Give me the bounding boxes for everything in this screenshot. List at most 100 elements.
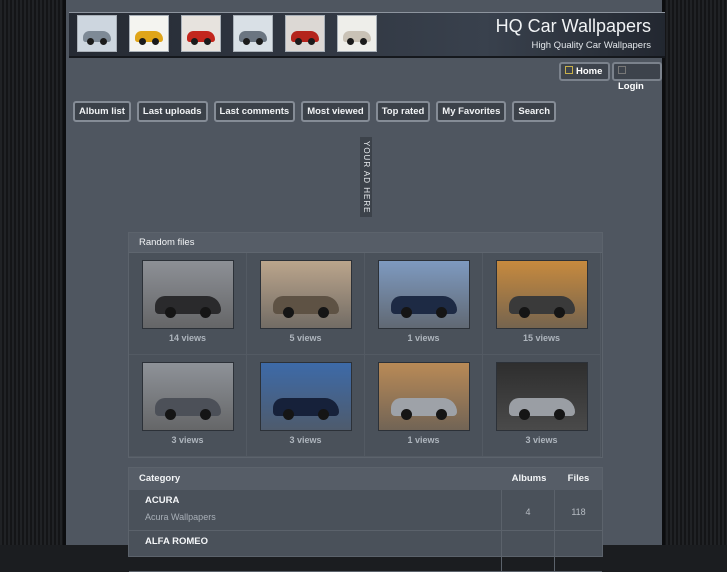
header-thumbnail[interactable]	[337, 15, 377, 52]
wheel-icon	[191, 38, 198, 45]
wheel-icon	[283, 409, 294, 420]
wheel-icon	[243, 38, 250, 45]
category-row: ALFA ROMEO	[129, 531, 602, 572]
category-cell: ALFA ROMEO	[129, 531, 501, 571]
random-file-thumbnail[interactable]	[260, 260, 352, 329]
login-button[interactable]: Login	[612, 62, 662, 92]
category-table-header: Category Albums Files	[129, 468, 602, 490]
wheel-icon	[283, 307, 294, 318]
login-icon	[618, 66, 626, 74]
random-file-thumbnail[interactable]	[496, 260, 588, 329]
random-file-item: 3 views	[247, 355, 365, 457]
header-thumbnail[interactable]	[181, 15, 221, 52]
random-files-grid: 14 views 5 views 1 views 15 views 3 views 3 v…	[129, 253, 602, 457]
wheel-icon	[554, 307, 565, 318]
view-count: 15 views	[522, 333, 561, 343]
category-name-link[interactable]: ACURA	[145, 495, 501, 506]
files-column-header: Files	[567, 473, 590, 484]
random-files-title: Random files	[129, 233, 602, 253]
random-file-item: 14 views	[129, 253, 247, 355]
wheel-icon	[554, 409, 565, 420]
albums-cell	[501, 531, 554, 571]
main-nav: Album list Last uploads Last comments Mo…	[73, 101, 562, 122]
header-thumbnail[interactable]	[77, 15, 117, 52]
random-file-item: 5 views	[247, 253, 365, 355]
files-cell: 118	[554, 490, 602, 530]
header-thumbnail[interactable]	[129, 15, 169, 52]
wheel-icon	[152, 38, 159, 45]
random-file-item: 15 views	[483, 253, 601, 355]
random-file-thumbnail[interactable]	[142, 362, 234, 431]
header-thumbnail[interactable]	[233, 15, 273, 52]
category-name-link[interactable]: ALFA ROMEO	[145, 536, 501, 547]
random-file-thumbnail[interactable]	[260, 362, 352, 431]
albums-cell: 4	[501, 490, 554, 530]
file-count: 118	[571, 507, 586, 517]
view-count: 3 views	[289, 435, 322, 445]
random-file-thumbnail[interactable]	[496, 362, 588, 431]
nav-top-rated[interactable]: Top rated	[375, 101, 431, 122]
site-header: HQ Car Wallpapers High Quality Car Wallp…	[69, 12, 665, 58]
wheel-icon	[87, 38, 94, 45]
wheel-icon	[295, 38, 302, 45]
wheel-icon	[318, 409, 329, 420]
view-count: 1 views	[407, 435, 440, 445]
header-thumbnail[interactable]	[285, 15, 325, 52]
random-file-item: 3 views	[129, 355, 247, 457]
page-container: HQ Car Wallpapers High Quality Car Wallp…	[63, 0, 665, 572]
view-count: 3 views	[525, 435, 558, 445]
nav-last-comments[interactable]: Last comments	[213, 101, 296, 122]
wheel-icon	[308, 38, 315, 45]
wheel-icon	[347, 38, 354, 45]
view-count: 1 views	[407, 333, 440, 343]
login-label: Login	[618, 81, 644, 92]
nav-album-list[interactable]: Album list	[73, 101, 131, 122]
albums-column-header: Albums	[511, 473, 547, 484]
wheel-icon	[139, 38, 146, 45]
wheel-icon	[204, 38, 211, 45]
header-thumbnail-strip	[77, 15, 389, 52]
category-row: ACURA Acura Wallpapers 4 118	[129, 490, 602, 531]
left-background-stripes	[0, 0, 66, 545]
category-description: Acura Wallpapers	[145, 512, 216, 522]
category-rows: ACURA Acura Wallpapers 4 118 ALFA ROMEO	[129, 490, 602, 572]
nav-search[interactable]: Search	[512, 101, 557, 122]
home-button[interactable]: Home	[559, 62, 611, 81]
wheel-icon	[436, 409, 447, 420]
home-icon	[565, 66, 573, 74]
category-table: Category Albums Files ACURA Acura Wallpap…	[128, 467, 603, 572]
wheel-icon	[401, 307, 412, 318]
wheel-icon	[200, 409, 211, 420]
view-count: 5 views	[289, 333, 322, 343]
site-title[interactable]: HQ Car Wallpapers	[496, 16, 651, 37]
wheel-icon	[165, 307, 176, 318]
right-background-stripes	[662, 0, 727, 545]
ad-banner[interactable]: YOUR AD HERE	[360, 137, 372, 217]
wheel-icon	[436, 307, 447, 318]
random-file-thumbnail[interactable]	[142, 260, 234, 329]
nav-most-viewed[interactable]: Most viewed	[301, 101, 370, 122]
wheel-icon	[165, 409, 176, 420]
site-subtitle: High Quality Car Wallpapers	[531, 40, 652, 51]
random-files-panel: Random files 14 views 5 views 1 views 15 vi…	[128, 232, 603, 458]
wheel-icon	[401, 409, 412, 420]
nav-last-uploads[interactable]: Last uploads	[136, 101, 208, 122]
wheel-icon	[519, 409, 530, 420]
files-cell	[554, 531, 602, 571]
random-file-thumbnail[interactable]	[378, 260, 470, 329]
random-file-item: 1 views	[365, 253, 483, 355]
category-column-header: Category	[139, 473, 181, 484]
album-count: 4	[525, 507, 531, 517]
view-count: 3 views	[171, 435, 204, 445]
random-file-thumbnail[interactable]	[378, 362, 470, 431]
wheel-icon	[360, 38, 367, 45]
view-count: 14 views	[168, 333, 207, 343]
random-file-item: 1 views	[365, 355, 483, 457]
category-cell: ACURA Acura Wallpapers	[129, 490, 501, 530]
wheel-icon	[318, 307, 329, 318]
wheel-icon	[100, 38, 107, 45]
wheel-icon	[519, 307, 530, 318]
nav-my-favorites[interactable]: My Favorites	[436, 101, 507, 122]
wheel-icon	[256, 38, 263, 45]
random-file-item: 3 views	[483, 355, 601, 457]
